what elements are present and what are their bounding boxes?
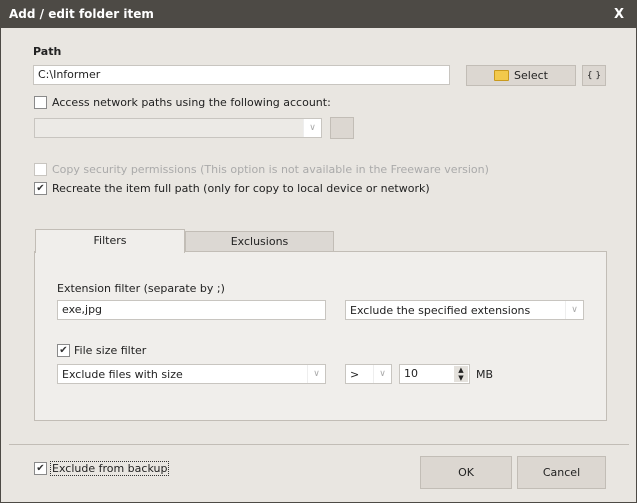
cancel-button[interactable]: Cancel bbox=[517, 456, 606, 489]
select-button[interactable]: Select bbox=[466, 65, 576, 86]
window-title: Add / edit folder item bbox=[9, 7, 154, 21]
copy-security-label: Copy security permissions (This option i… bbox=[52, 163, 489, 176]
path-label: Path bbox=[33, 45, 62, 58]
tab-filters[interactable]: Filters bbox=[35, 229, 185, 253]
extension-filter-input[interactable]: exe,jpg bbox=[57, 300, 326, 320]
select-label: Select bbox=[514, 69, 548, 82]
variables-button[interactable]: { } bbox=[582, 65, 606, 86]
chevron-down-icon: ∨ bbox=[307, 365, 325, 383]
copy-security-checkbox bbox=[34, 163, 47, 176]
footer-divider bbox=[9, 444, 629, 445]
account-combo[interactable]: ∨ bbox=[34, 118, 322, 138]
extension-mode-select[interactable]: Exclude the specified extensions ∨ bbox=[345, 300, 584, 320]
filters-panel bbox=[34, 251, 607, 421]
size-value: 10 bbox=[404, 367, 418, 380]
recreate-path-checkbox[interactable]: ✔ bbox=[34, 182, 47, 195]
operator-select[interactable]: > ∨ bbox=[345, 364, 392, 384]
size-mode-value: Exclude files with size bbox=[62, 367, 183, 381]
network-checkbox[interactable] bbox=[34, 96, 47, 109]
path-input[interactable]: C:\Informer bbox=[33, 65, 450, 85]
exclude-backup-label: Exclude from backup bbox=[50, 461, 170, 476]
size-filter-label: File size filter bbox=[74, 344, 147, 357]
extension-filter-label: Extension filter (separate by ;) bbox=[57, 282, 225, 295]
operator-value: > bbox=[350, 367, 360, 381]
network-label: Access network paths using the following… bbox=[52, 96, 331, 109]
title-bar: Add / edit folder item bbox=[1, 1, 637, 28]
folder-icon bbox=[494, 70, 510, 81]
spinner-arrows-icon[interactable]: ▲ ▼ bbox=[454, 366, 468, 382]
account-button[interactable] bbox=[330, 117, 354, 139]
size-value-input[interactable]: 10 ▲ ▼ bbox=[399, 364, 470, 384]
chevron-down-icon: ∨ bbox=[565, 301, 583, 319]
extension-mode-value: Exclude the specified extensions bbox=[350, 303, 531, 317]
recreate-path-label: Recreate the item full path (only for co… bbox=[52, 182, 430, 195]
ok-button[interactable]: OK bbox=[420, 456, 512, 489]
tab-exclusions[interactable]: Exclusions bbox=[185, 231, 334, 252]
chevron-down-icon: ∨ bbox=[303, 119, 321, 137]
size-filter-checkbox[interactable]: ✔ bbox=[57, 344, 70, 357]
exclude-backup-checkbox[interactable]: ✔ bbox=[34, 462, 47, 475]
size-mode-select[interactable]: Exclude files with size ∨ bbox=[57, 364, 326, 384]
close-icon[interactable]: X bbox=[614, 1, 624, 28]
chevron-down-icon: ∨ bbox=[373, 365, 391, 383]
size-unit-label: MB bbox=[476, 368, 494, 381]
